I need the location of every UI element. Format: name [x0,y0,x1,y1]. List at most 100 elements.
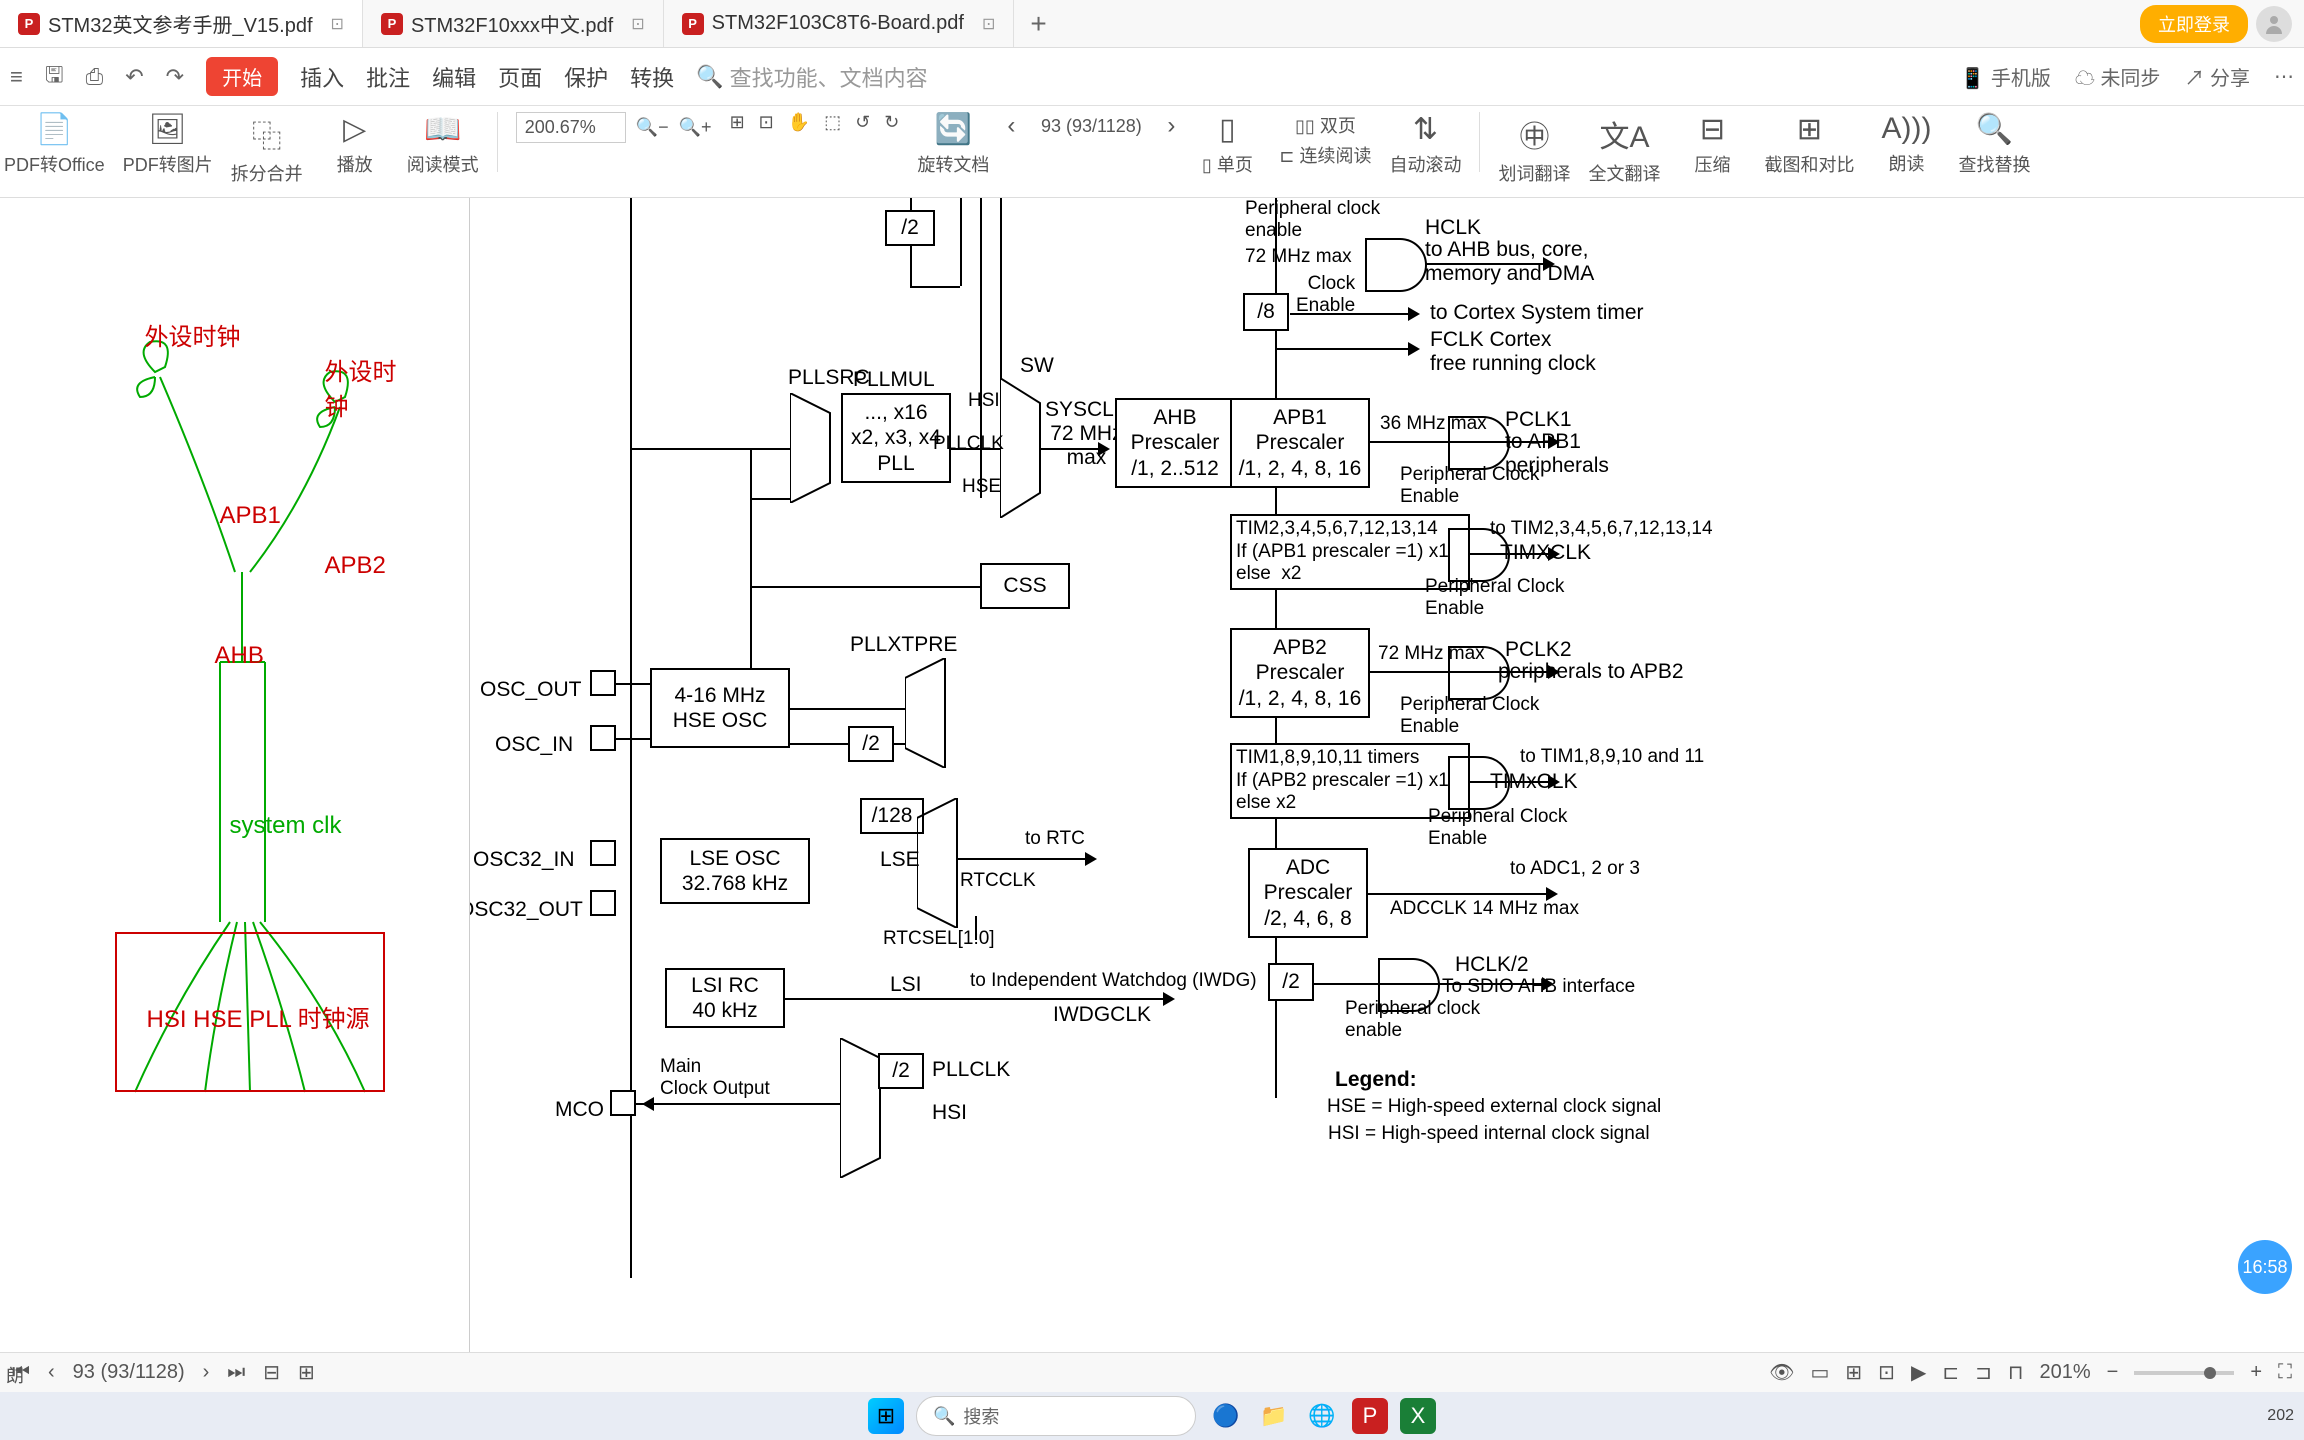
start-icon[interactable]: ⊞ [868,1398,904,1434]
fit-icon[interactable]: ⊟ [263,1360,280,1385]
pllxtpre: PLLXTPRE [850,633,957,657]
view-icon[interactable]: ⊞ [1845,1360,1862,1385]
fit-icon[interactable]: ⊡ [759,112,774,133]
word-translate[interactable]: ㊥划词翻译 [1498,112,1570,186]
redo-icon[interactable]: ↷ [166,64,184,90]
avatar-icon[interactable] [2256,6,2292,42]
read-mode[interactable]: 📖阅读模式 [407,112,479,177]
single-page[interactable]: ▯▯ 单页 [1193,112,1261,177]
adcclk: ADCCLK 14 MHz max [1390,898,1579,920]
floating-clock[interactable]: 16:58 [2238,1240,2292,1294]
sync-button[interactable]: ☁ 未同步 [2075,62,2161,91]
pllclk2: PLLCLK [932,1058,1010,1082]
task-icon[interactable]: 🔵 [1208,1398,1244,1434]
tab-1[interactable]: PSTM32英文参考手册_V15.pdf⊡ [0,0,363,47]
mobile-button[interactable]: 📱 手机版 [1960,62,2050,91]
tab-3[interactable]: P STM32F103C8T6-Board.pdf ⊡ [664,0,1015,47]
hand-icon[interactable]: ✋ [788,112,810,133]
zoom-input[interactable]: 200.67% [516,112,626,143]
prev-page-icon[interactable]: ‹ [1007,112,1015,140]
fit-icon[interactable]: ⊞ [730,112,745,133]
full-translate[interactable]: 文A全文翻译 [1588,112,1660,186]
page-status[interactable]: 93 (93/1128) [73,1361,185,1384]
div2-pllxt: /2 [848,726,894,762]
edge-icon[interactable]: 🌐 [1304,1398,1340,1434]
pdf-to-image[interactable]: 🖼PDF转图片 [123,112,213,177]
zoom-in-icon[interactable]: + [2250,1361,2262,1384]
fit-icon[interactable]: ⊞ [298,1360,315,1385]
hse-osc: 4-16 MHzHSE OSC [650,668,790,748]
next-page-icon[interactable]: › [1167,112,1175,140]
save-icon[interactable]: 🖫 [45,58,64,96]
anno-ahb: AHB [215,642,264,670]
view-icon[interactable]: ⊓ [2008,1360,2024,1385]
login-button[interactable]: 立即登录 [2140,5,2248,43]
css-box: CSS [980,563,1070,609]
compress[interactable]: ⊟压缩 [1678,112,1746,177]
select-icon[interactable]: ⬚ [824,112,841,133]
rotate-ccw-icon[interactable]: ↺ [855,112,870,133]
zoom-slider[interactable] [2134,1371,2234,1375]
zoom-in-icon[interactable]: 🔍+ [679,117,712,138]
zoom-out-icon[interactable]: 🔍− [636,117,669,138]
protect-tab[interactable]: 保护 [564,61,608,93]
page-indicator[interactable]: 93 (93/1128) [1021,116,1161,137]
compare[interactable]: ⊞截图和对比 [1764,112,1854,177]
convert-tab[interactable]: 转换 [630,61,674,93]
prev-page-icon[interactable]: ‹ [48,1361,55,1384]
to-rtc: to RTC [1025,828,1085,850]
next-page-icon[interactable]: › [203,1361,210,1384]
close-icon[interactable]: ⊡ [331,14,344,34]
app-icon[interactable]: X [1400,1398,1436,1434]
double-page[interactable]: ▯▯ 双页⊏ 连续阅读 [1279,112,1371,168]
pdf-to-office[interactable]: 📄PDF转Office [4,112,105,177]
pce-top: Peripheral clockenable [1245,198,1380,242]
pclk1: PCLK1 [1505,408,1572,432]
page-tab[interactable]: 页面 [498,61,542,93]
start-tab[interactable]: 开始 [206,57,278,96]
share-button[interactable]: ↗ 分享 [2184,62,2250,91]
div2-mco: /2 [878,1053,924,1089]
pdf-icon: P [682,13,704,35]
rotate-cw-icon[interactable]: ↻ [884,112,899,133]
osc32-out: OSC32_OUT [470,898,583,922]
taskbar-search[interactable]: 🔍 搜索 [916,1396,1196,1436]
rotate-doc[interactable]: 🔄旋转文档 [917,112,989,177]
auto-scroll[interactable]: ⇅自动滚动 [1389,112,1461,177]
fullscreen-icon[interactable]: ⛶ [2278,1361,2292,1384]
view-icon[interactable]: ▭ [1811,1360,1830,1385]
close-icon[interactable]: ⊡ [631,14,644,34]
view-icon[interactable]: ⊏ [1942,1360,1959,1385]
search-box[interactable]: 🔍 查找功能、文档内容 [696,61,927,93]
last-page-icon[interactable]: ⏭ [227,1361,245,1384]
zoom-out-icon[interactable]: − [2107,1361,2119,1384]
print-icon[interactable]: ⎙ [86,64,104,90]
close-icon[interactable]: ⊡ [982,14,995,34]
wps-icon[interactable]: P [1352,1398,1388,1434]
zoom-status[interactable]: 201% [2039,1361,2090,1384]
tab-label: STM32F103C8T6-Board.pdf [712,12,964,35]
play-button[interactable]: ▷播放 [321,112,389,177]
new-tab-button[interactable]: + [1014,8,1062,40]
menu-icon[interactable]: ≡ [10,64,23,90]
split-merge[interactable]: ⿻拆分合并 [231,112,303,186]
view-icon[interactable]: ⊐ [1975,1360,1992,1385]
div8-box: /8 [1243,293,1289,331]
tab-2[interactable]: PSTM32F10xxx中文.pdf⊡ [363,0,664,47]
explorer-icon[interactable]: 📁 [1256,1398,1292,1434]
speak[interactable]: A)))朗读 [1872,112,1940,176]
insert-tab[interactable]: 插入 [300,61,344,93]
view-icon[interactable]: ▶ [1911,1360,1926,1385]
taskbar-date[interactable]: 202 [2267,1407,2294,1425]
undo-icon[interactable]: ↶ [125,64,143,90]
eye-icon[interactable]: 👁 [1769,1360,1794,1385]
view-icon[interactable]: ⊡ [1878,1360,1895,1385]
annotate-tab[interactable]: 批注 [366,61,410,93]
find-replace[interactable]: 🔍查找替换 [1958,112,2030,177]
edit-tab[interactable]: 编辑 [432,61,476,93]
more-icon[interactable]: ⋯ [2274,64,2294,89]
tab-label: STM32英文参考手册_V15.pdf [48,9,313,38]
lse: LSE [880,848,920,872]
pdf-page[interactable]: /2 PLLSRC PLLMUL ..., x16x2, x3, x4PLL S… [470,198,2304,1354]
rtcclk: RTCCLK [960,870,1036,892]
